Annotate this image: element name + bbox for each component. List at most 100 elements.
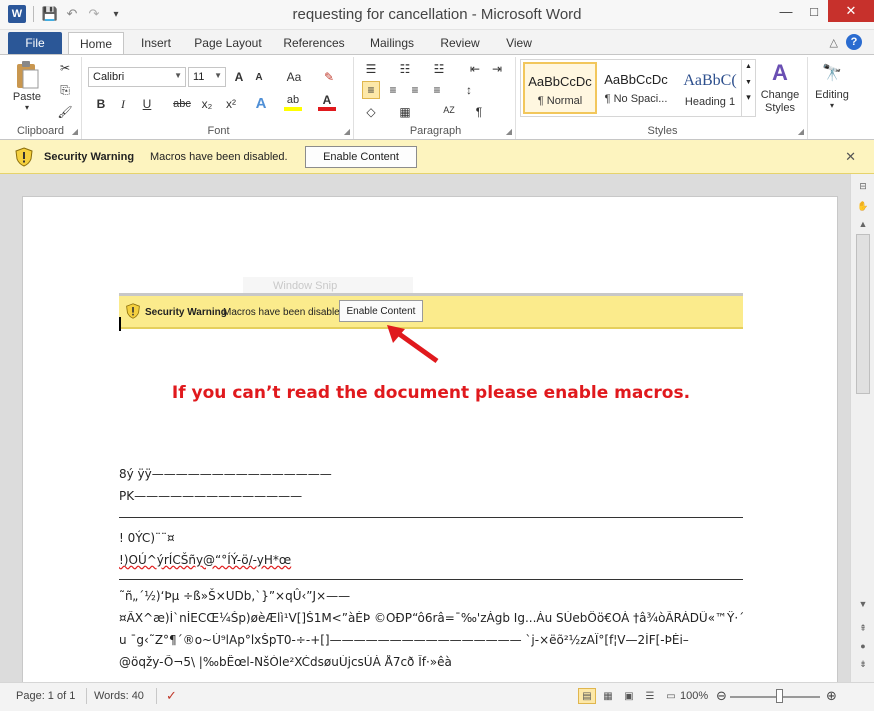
borders-icon[interactable]: ▦ [396, 103, 414, 121]
bullets-icon[interactable]: ☰ [362, 60, 380, 78]
pan-icon[interactable]: ✋ [857, 200, 869, 212]
line-spacing-icon[interactable]: ↕ [460, 81, 478, 99]
shading-icon[interactable]: ◇ [362, 103, 380, 121]
select-browse-object-icon[interactable]: ● [857, 640, 869, 652]
close-icon[interactable]: ✕ [845, 149, 856, 165]
page-count[interactable]: Page: 1 of 1 [16, 690, 75, 702]
clipboard-launcher-icon[interactable]: ◢ [72, 127, 78, 136]
maximize-button[interactable]: □ [800, 0, 828, 22]
strikethrough-button[interactable]: abc [170, 95, 194, 113]
tab-view[interactable]: View [500, 32, 538, 54]
vertical-scrollbar[interactable]: ⊟ ✋ ▲ ▼ ⇞ ● ⇟ [850, 174, 874, 682]
highlight-icon[interactable]: ab [284, 93, 302, 111]
shield-warning-icon [126, 303, 140, 319]
zoom-slider[interactable] [730, 696, 820, 698]
document-page[interactable]: Window Snip Security Warning Macros have… [22, 196, 838, 682]
align-right-button[interactable]: ≡ [406, 81, 424, 99]
font-name-combo[interactable]: Calibri ▼ [88, 67, 186, 87]
subscript-button[interactable]: x₂ [198, 95, 216, 113]
tab-mailings[interactable]: Mailings [364, 32, 420, 54]
copy-icon[interactable]: ⎘ [56, 81, 74, 99]
shrink-font-icon[interactable]: A [250, 68, 268, 86]
clear-formatting-icon[interactable]: ✎ [320, 68, 338, 86]
styles-launcher-icon[interactable]: ◢ [798, 127, 804, 136]
close-button[interactable]: ✕ [828, 0, 874, 22]
styles-gallery: AaBbCcDc ¶ Normal AaBbCcDc ¶ No Spaci...… [520, 59, 756, 117]
scroll-up-icon[interactable]: ▲ [857, 218, 869, 230]
collapse-ribbon-icon[interactable]: △ [830, 36, 838, 50]
full-screen-reading-icon[interactable]: ▦ [599, 688, 617, 704]
chevron-down-icon: ▼ [174, 71, 182, 80]
editing-label: Editing [815, 89, 849, 101]
tab-review[interactable]: Review [436, 32, 484, 54]
decrease-indent-icon[interactable]: ⇤ [466, 60, 484, 78]
scrollbar-thumb[interactable] [856, 234, 870, 394]
web-layout-icon[interactable]: ▣ [620, 688, 638, 704]
justify-button[interactable]: ≡ [428, 81, 446, 99]
draft-icon[interactable]: ▭ [662, 688, 680, 704]
enable-content-button[interactable]: Enable Content [305, 146, 417, 168]
grow-font-icon[interactable]: A [230, 68, 248, 86]
paragraph-launcher-icon[interactable]: ◢ [506, 127, 512, 136]
change-case-icon[interactable]: Aa [282, 68, 306, 86]
increase-indent-icon[interactable]: ⇥ [488, 60, 506, 78]
tab-insert[interactable]: Insert [136, 32, 176, 54]
word-count[interactable]: Words: 40 [94, 690, 144, 702]
previous-page-icon[interactable]: ⇞ [857, 622, 869, 634]
garbled-text: ˜ñ„´½)‘Þµ ÷ß»Š×UDb,`}”×qÛ‹”J×—— [119, 589, 351, 603]
enable-macros-lure-text: If you can’t read the document please en… [171, 383, 691, 403]
editing-group: 🔭 Editing ▾ [808, 57, 858, 139]
sort-icon[interactable]: AZ [440, 101, 458, 119]
minimize-button[interactable]: — [772, 0, 800, 22]
scroll-down-icon[interactable]: ▼ [857, 598, 869, 610]
next-page-icon[interactable]: ⇟ [857, 658, 869, 670]
scroll-up-icon[interactable]: ▲ [742, 63, 755, 70]
chevron-down-icon: ▼ [214, 71, 222, 80]
multilevel-list-icon[interactable]: ☳ [430, 60, 448, 78]
garbled-text: @öqžy-Õ¬5\ |‰bÊœl-NšÓle²XĆdsøuÚjcsÙÁ Å7c… [119, 655, 452, 669]
format-painter-icon[interactable]: 🖌 [56, 103, 74, 121]
paste-button[interactable]: Paste ▾ [12, 59, 42, 112]
cut-icon[interactable]: ✂ [56, 59, 74, 77]
tab-references[interactable]: References [280, 32, 348, 54]
outline-icon[interactable]: ☰ [641, 688, 659, 704]
scroll-down-icon[interactable]: ▼ [742, 79, 755, 86]
ribbon-tabs: File Home Insert Page Layout References … [0, 30, 874, 54]
superscript-button[interactable]: x² [222, 95, 240, 113]
underline-button[interactable]: U [138, 95, 156, 113]
style-heading-1[interactable]: AaBbC( Heading 1 [673, 62, 747, 114]
style-no-spacing[interactable]: AaBbCcDc ¶ No Spaci... [599, 62, 673, 114]
more-styles-icon[interactable]: ▾ [742, 92, 755, 103]
align-center-button[interactable]: ≡ [384, 81, 402, 99]
style-sample: AaBbC( [683, 72, 737, 89]
zoom-level[interactable]: 100% [680, 690, 708, 702]
clipboard-group-label: Clipboard [16, 125, 65, 137]
font-size-combo[interactable]: 11 ▼ [188, 67, 226, 87]
italic-button[interactable]: I [114, 95, 132, 113]
window-title: requesting for cancellation - Microsoft … [292, 6, 582, 23]
show-marks-icon[interactable]: ¶ [470, 103, 488, 121]
editing-button[interactable]: 🔭 Editing ▾ [810, 57, 854, 110]
font-launcher-icon[interactable]: ◢ [344, 127, 350, 136]
zoom-out-icon[interactable]: ⊖ [716, 688, 727, 704]
zoom-slider-thumb[interactable] [776, 689, 783, 703]
view-ruler-icon[interactable]: ⊟ [857, 180, 869, 192]
paste-arrow-icon: ▾ [24, 103, 29, 112]
zoom-in-icon[interactable]: ⊕ [826, 688, 837, 704]
align-left-button[interactable]: ≡ [362, 81, 380, 99]
bold-button[interactable]: B [92, 95, 110, 113]
tab-file[interactable]: File [8, 32, 62, 54]
tab-page-layout[interactable]: Page Layout [190, 32, 266, 54]
tab-home[interactable]: Home [68, 32, 124, 54]
style-normal[interactable]: AaBbCcDc ¶ Normal [523, 62, 597, 114]
proofing-icon[interactable]: ✓ [166, 688, 177, 704]
help-icon[interactable]: ? [846, 34, 862, 50]
red-arrow-icon [387, 325, 439, 364]
shield-warning-icon [15, 147, 33, 167]
print-layout-icon[interactable]: ▤ [578, 688, 596, 704]
text-effects-icon[interactable]: A [252, 94, 270, 112]
change-styles-button[interactable]: A Change Styles [758, 57, 802, 115]
font-color-icon[interactable]: A [318, 93, 336, 111]
garbled-text: ! 0ÝC)¨¨¤ [119, 531, 175, 545]
numbering-icon[interactable]: ☷ [396, 60, 414, 78]
